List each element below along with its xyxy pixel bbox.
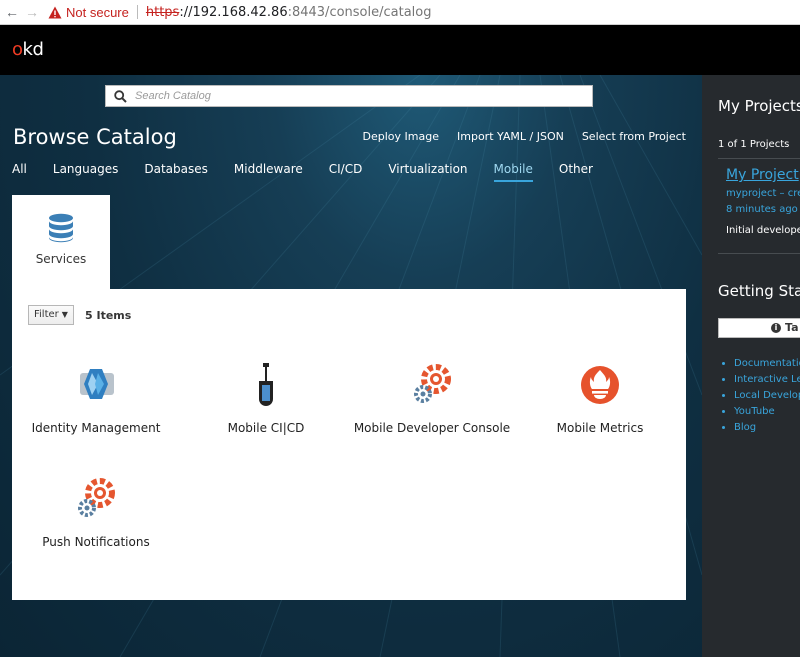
chevron-down-icon: ▼ (61, 310, 68, 319)
prometheus-icon (581, 366, 619, 404)
catalog-item-identity-management[interactable]: Identity Management (16, 363, 176, 443)
item-name: Mobile Metrics (556, 421, 644, 435)
divider (718, 253, 800, 254)
search-input[interactable] (133, 89, 577, 103)
search-box[interactable] (105, 85, 593, 107)
url-path: :8443/console/catalog (287, 4, 432, 20)
item-name: Mobile CI|CD (227, 421, 305, 435)
select-from-project-link[interactable]: Select from Project (582, 130, 686, 143)
info-icon: i (771, 323, 781, 333)
filter-button[interactable]: Filter ▼ (28, 305, 74, 325)
projects-sidebar: My Projects 1 of 1 Projects My Project m… (702, 75, 800, 657)
url-host: ://192.168.42.86 (179, 4, 288, 20)
deploy-image-link[interactable]: Deploy Image (363, 130, 439, 143)
url-field[interactable]: https://192.168.42.86:8443/console/catal… (146, 5, 432, 20)
local-development-link[interactable]: Local Develop (734, 388, 800, 404)
youtube-link[interactable]: YouTube (734, 404, 800, 420)
forward-button[interactable]: → (24, 4, 40, 20)
subcategory-services[interactable]: Services (12, 195, 110, 290)
catalog-item-mobile-metrics[interactable]: Mobile Metrics (520, 363, 680, 443)
catalog-items-panel: Filter ▼ 5 Items Identity Management Mobi… (12, 289, 686, 600)
gears-icon (414, 364, 451, 403)
getting-started-heading: Getting Start (718, 282, 800, 300)
masthead: okd (0, 25, 800, 75)
catalog-item-push-notifications[interactable]: Push Notifications (16, 477, 176, 557)
project-description: Initial developer (726, 225, 800, 236)
item-name: Identity Management (31, 421, 161, 435)
tab-cicd[interactable]: CI/CD (329, 162, 363, 182)
security-status[interactable]: Not secure (66, 5, 129, 20)
catalog-item-mobile-developer-console[interactable]: Mobile Developer Console (352, 363, 512, 443)
project-meta: myproject – crea (726, 188, 800, 199)
blog-link[interactable]: Blog (734, 420, 800, 436)
tab-mobile[interactable]: Mobile (493, 162, 533, 182)
documentation-link[interactable]: Documentation (734, 356, 800, 372)
tab-virtualization[interactable]: Virtualization (388, 162, 467, 182)
project-age: 8 minutes ago (726, 204, 798, 215)
tab-all[interactable]: All (12, 162, 27, 182)
catalog-actions: Deploy Image Import YAML / JSON Select f… (363, 130, 686, 143)
interactive-learning-link[interactable]: Interactive Lea (734, 372, 800, 388)
tab-middleware[interactable]: Middleware (234, 162, 303, 182)
getting-started-links: Documentation Interactive Lea Local Deve… (722, 356, 800, 436)
catalog-item-mobile-cicd[interactable]: Mobile CI|CD (186, 363, 346, 443)
back-button[interactable]: ← (4, 4, 20, 20)
tab-languages[interactable]: Languages (53, 162, 118, 182)
warning-icon[interactable] (48, 5, 62, 19)
keycloak-icon (80, 369, 114, 399)
item-name: Push Notifications (42, 535, 150, 549)
project-count: 1 of 1 Projects (718, 139, 790, 150)
my-projects-heading: My Projects (718, 97, 800, 115)
import-yaml-link[interactable]: Import YAML / JSON (457, 130, 564, 143)
url-scheme: https (145, 4, 180, 20)
page-title: Browse Catalog (13, 125, 177, 149)
category-tabs: All Languages Databases Middleware CI/CD… (12, 162, 619, 182)
divider (718, 158, 800, 159)
search-icon (114, 89, 127, 103)
browser-address-bar: ← → Not secure https://192.168.42.86:844… (0, 0, 800, 25)
items-count: 5 Items (85, 309, 132, 322)
gears-icon (78, 478, 115, 517)
tab-databases[interactable]: Databases (144, 162, 208, 182)
tab-other[interactable]: Other (559, 162, 593, 182)
database-icon (49, 213, 73, 243)
jenkins-icon (259, 363, 273, 406)
item-name: Mobile Developer Console (353, 421, 511, 435)
catalog-main: Browse Catalog Deploy Image Import YAML … (0, 75, 702, 657)
project-link[interactable]: My Project (726, 167, 799, 183)
take-tour-button[interactable]: i Ta (718, 318, 800, 338)
address-divider (136, 5, 138, 19)
okd-logo[interactable]: okd (12, 39, 44, 60)
subcategory-label: Services (35, 252, 87, 266)
